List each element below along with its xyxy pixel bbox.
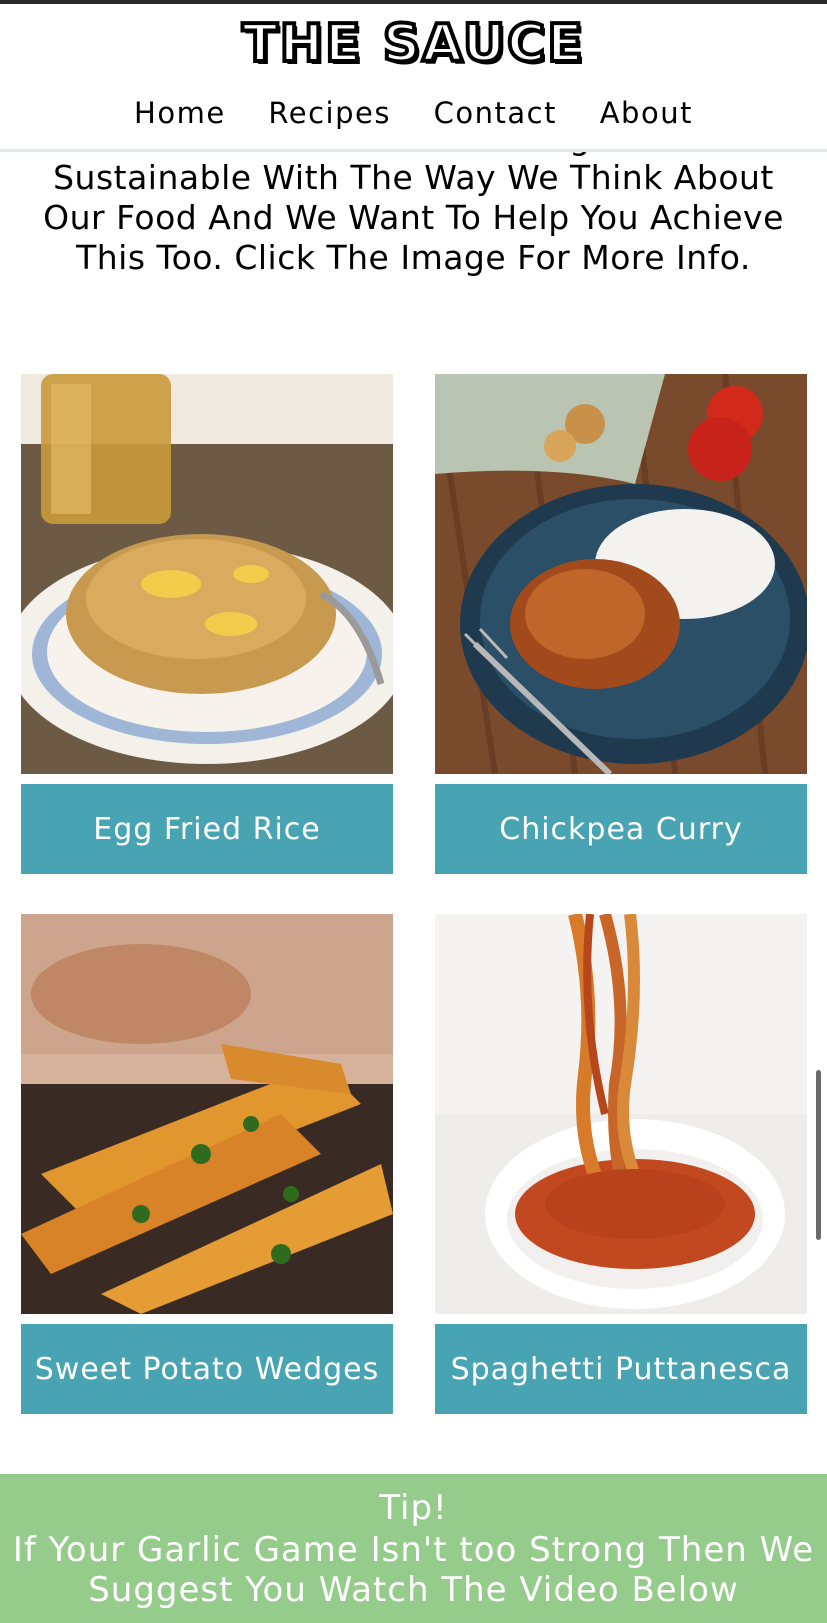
nav-home[interactable]: Home: [134, 96, 226, 130]
nav-about[interactable]: About: [600, 96, 693, 130]
egg-fried-rice-button[interactable]: Egg Fried Rice: [21, 784, 393, 874]
intro-text: Sustainable With The Way We Think About …: [43, 158, 784, 277]
nav-contact[interactable]: Contact: [434, 96, 557, 130]
tip-banner: Tip! If Your Garlic Game Isn't too Stron…: [0, 1474, 827, 1623]
site-header: THE SAUCE Home Recipes Contact About: [0, 4, 827, 152]
sweet-potato-wedges-button[interactable]: Sweet Potato Wedges: [21, 1324, 393, 1414]
nav-recipes[interactable]: Recipes: [268, 96, 391, 130]
spaghetti-puttanesca-image[interactable]: [435, 914, 807, 1314]
spaghetti-puttanesca-photo-icon: [435, 914, 807, 1314]
sweet-potato-wedges-photo-icon: [21, 914, 393, 1314]
chickpea-curry-photo-icon: [435, 374, 807, 774]
main-nav: Home Recipes Contact About: [0, 96, 827, 130]
site-logo[interactable]: THE SAUCE: [0, 16, 827, 72]
chickpea-curry-image[interactable]: [435, 374, 807, 774]
tip-text: If Your Garlic Game Isn't too Strong The…: [12, 1530, 815, 1610]
egg-fried-rice-image[interactable]: [21, 374, 393, 774]
egg-fried-rice-photo-icon: [21, 374, 393, 774]
sweet-potato-wedges-image[interactable]: [21, 914, 393, 1314]
chickpea-curry-button[interactable]: Chickpea Curry: [435, 784, 807, 874]
tip-title: Tip!: [379, 1488, 448, 1528]
page-scrollbar[interactable]: [816, 1070, 821, 1240]
spaghetti-puttanesca-button[interactable]: Spaghetti Puttanesca: [435, 1324, 807, 1414]
